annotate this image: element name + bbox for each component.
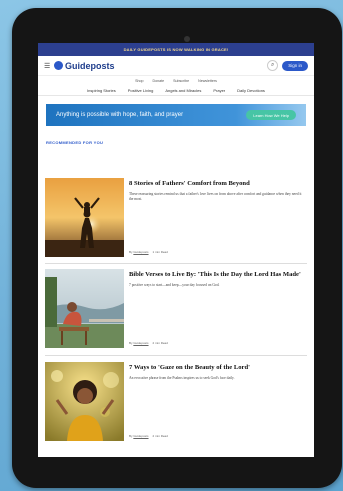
main-nav-item[interactable]: Angels and Miracles [165, 88, 201, 93]
sign-in-button[interactable]: Sign in [282, 60, 308, 71]
site-header: ☰ Guideposts ⌕ Sign in [38, 56, 314, 76]
article-author[interactable]: Guideposts [133, 250, 148, 254]
promo-banner[interactable]: Anything is possible with hope, faith, a… [46, 104, 306, 126]
divider [45, 355, 307, 356]
article-card[interactable]: Bible Verses to Live By: 'This Is the Da… [45, 269, 307, 348]
search-icon[interactable]: ⌕ [267, 60, 279, 71]
section-heading: RECOMMENDED FOR YOU [46, 140, 104, 145]
article-card[interactable]: 8 Stories of Fathers' Comfort from Beyon… [45, 178, 307, 257]
utility-nav-item[interactable]: Shop [135, 79, 143, 83]
divider [45, 263, 307, 264]
article-title[interactable]: 7 Ways to 'Gaze on the Beauty of the Lor… [129, 364, 304, 372]
hamburger-icon[interactable]: ☰ [44, 62, 54, 70]
main-nav-item[interactable]: Daily Devotions [237, 88, 265, 93]
camera-icon [184, 36, 190, 42]
utility-nav: Shop Donate Subscribe Newsletters [38, 76, 314, 85]
article-body: 7 Ways to 'Gaze on the Beauty of the Lor… [129, 362, 304, 441]
article-title[interactable]: Bible Verses to Live By: 'This Is the Da… [129, 271, 304, 279]
promo-bar[interactable]: DAILY GUIDEPOSTS IS NOW WALKING IN GRACE… [38, 43, 314, 56]
article-description: 7 positive ways to start—and keep—your d… [129, 283, 220, 288]
article-thumbnail[interactable] [45, 269, 124, 348]
article-body: Bible Verses to Live By: 'This Is the Da… [129, 269, 304, 348]
article-meta: By Guideposts 2 min Read [129, 341, 168, 345]
article-read-time: 1 min Read [152, 250, 168, 254]
browser-screen: DAILY GUIDEPOSTS IS NOW WALKING IN GRACE… [38, 43, 314, 457]
woman-reading-photo [45, 269, 124, 348]
article-description: These reassuring stories remind us that … [129, 192, 302, 202]
main-nav-item[interactable]: Inspiring Stories [87, 88, 116, 93]
main-nav: Inspiring Stories Positive Living Angels… [38, 85, 314, 96]
utility-nav-item[interactable]: Newsletters [198, 79, 217, 83]
article-read-time: 2 min Read [152, 434, 168, 438]
article-title[interactable]: 8 Stories of Fathers' Comfort from Beyon… [129, 180, 304, 188]
site-logo[interactable]: Guideposts [54, 61, 115, 71]
background: DAILY GUIDEPOSTS IS NOW WALKING IN GRACE… [0, 0, 343, 491]
header-actions: ⌕ Sign in [267, 60, 308, 71]
woman-in-park-photo [45, 362, 124, 441]
article-author[interactable]: Guideposts [133, 434, 148, 438]
main-nav-item[interactable]: Prayer [213, 88, 225, 93]
learn-more-button[interactable]: Learn How We Help [246, 110, 296, 120]
article-body: 8 Stories of Fathers' Comfort from Beyon… [129, 178, 304, 257]
utility-nav-item[interactable]: Subscribe [173, 79, 189, 83]
main-nav-item[interactable]: Positive Living [128, 88, 154, 93]
article-thumbnail[interactable] [45, 362, 124, 441]
banner-text: Anything is possible with hope, faith, a… [56, 112, 184, 118]
brand-name: Guideposts [65, 60, 115, 71]
promo-bar-text: DAILY GUIDEPOSTS IS NOW WALKING IN GRACE… [123, 47, 229, 52]
article-read-time: 2 min Read [152, 341, 168, 345]
article-thumbnail[interactable] [45, 178, 124, 257]
article-card[interactable]: 7 Ways to 'Gaze on the Beauty of the Lor… [45, 362, 307, 441]
article-meta: By Guideposts 2 min Read [129, 434, 168, 438]
article-description: An evocative phrase from the Psalms insp… [129, 376, 235, 381]
guideposts-logo-icon [54, 61, 63, 70]
article-author[interactable]: Guideposts [133, 341, 148, 345]
sunset-father-photo [45, 178, 124, 257]
article-meta: By Guideposts 1 min Read [129, 250, 168, 254]
utility-nav-item[interactable]: Donate [153, 79, 165, 83]
